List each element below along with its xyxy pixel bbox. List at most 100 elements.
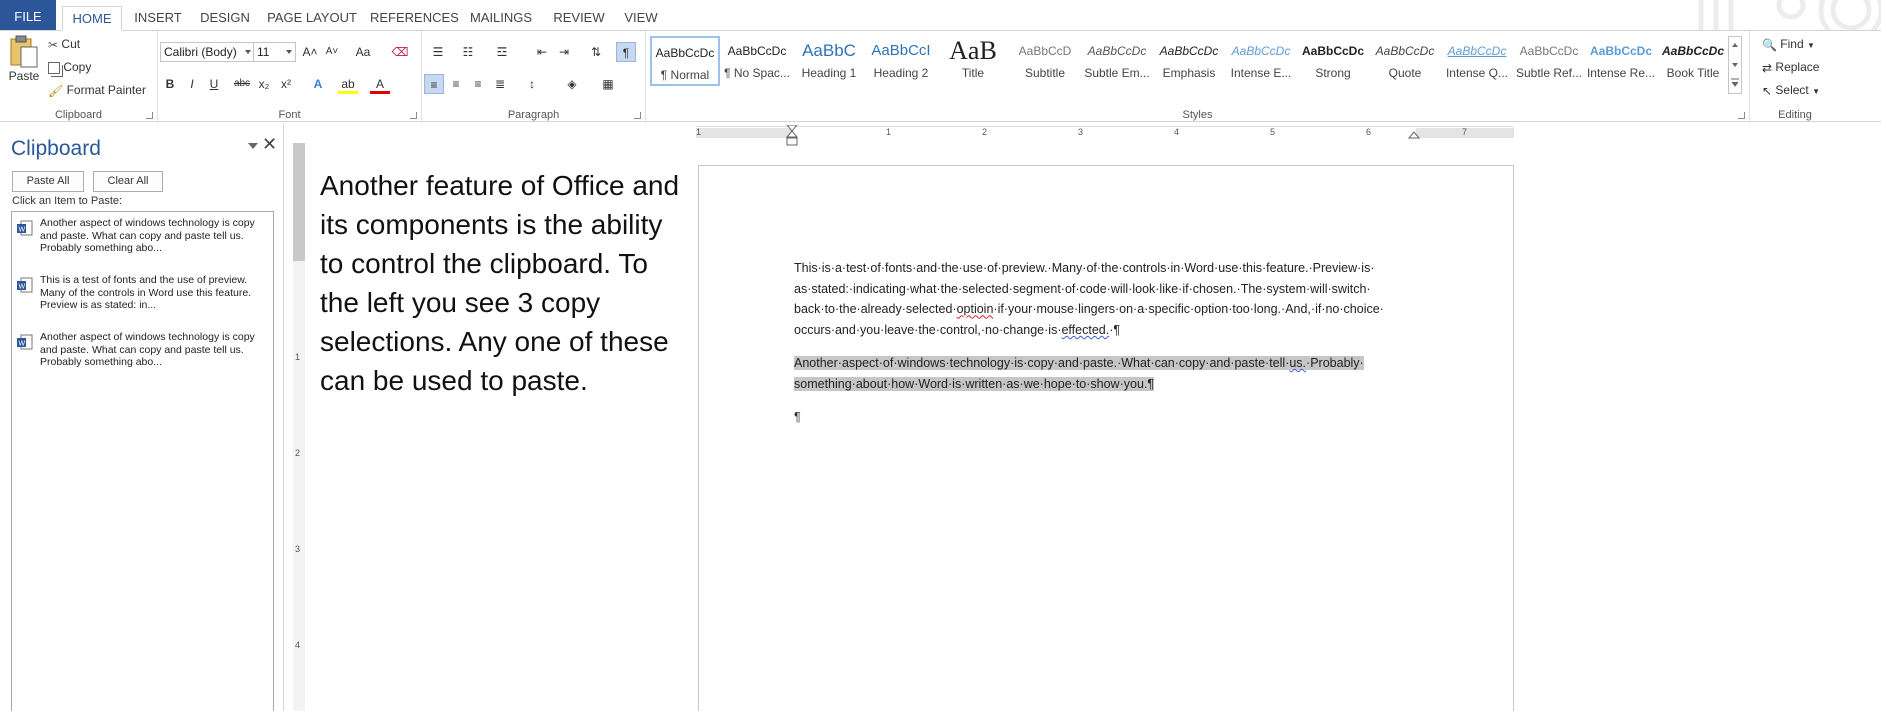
align-right-icon[interactable]: ≡ [468,74,488,94]
spelling-error[interactable]: optioin [957,302,994,316]
paste-icon [10,35,38,68]
style-sample: AaBbC [802,41,856,60]
copy-icon [48,61,60,74]
style-sample: AaBbCcI [871,42,931,59]
style-sample: AaBbCcDc [1087,44,1147,58]
style-strong[interactable]: AaBbCcDc Strong [1298,36,1368,86]
multilevel-list-icon[interactable]: ☲ [492,42,512,62]
svg-text:W: W [19,227,26,234]
style-intense-quote[interactable]: AaBbCcDc Intense Q... [1442,36,1512,86]
vertical-ruler[interactable]: 1 2 3 4 [290,123,308,711]
align-center-icon[interactable]: ≡ [446,74,466,94]
pane-options-icon[interactable] [248,143,258,149]
styles-dialog-launcher[interactable] [1738,112,1745,119]
right-indent-marker-icon[interactable] [1408,131,1420,139]
paste-button[interactable]: Paste [6,35,42,93]
tab-references[interactable]: REFERENCES [370,6,459,31]
highlight-icon[interactable]: ab [338,74,358,94]
format-painter-button[interactable]: 🖌 Format Painter [48,83,146,98]
clipboard-item[interactable]: W This is a test of fonts and the use of… [14,274,269,324]
svg-text:W: W [19,341,26,348]
clipboard-item[interactable]: W Another aspect of windows technology i… [14,217,269,267]
chevron-down-icon: ▼ [1812,87,1821,96]
horizontal-ruler[interactable]: 1 1 2 3 4 5 6 7 [696,125,1514,146]
style-emphasis[interactable]: AaBbCcDc Emphasis [1154,36,1224,86]
tab-mailings[interactable]: MAILINGS [466,6,536,31]
align-left-icon[interactable]: ≡ [424,74,444,94]
copy-button[interactable]: Copy [48,60,91,74]
paste-all-button[interactable]: Paste All [12,171,84,192]
ribbon: Paste ✂ Cut Copy 🖌 Format Painter Clipbo… [0,30,1881,123]
document-page[interactable] [698,165,1514,711]
tab-insert[interactable]: INSERT [130,6,186,31]
justify-icon[interactable]: ≣ [490,74,510,94]
font-color-icon[interactable]: A [370,74,390,94]
clear-formatting-icon[interactable]: ⌫ [390,42,410,62]
borders-icon[interactable]: ▦ [598,74,618,94]
show-formatting-marks-icon[interactable]: ¶ [616,42,636,62]
strikethrough-button[interactable]: abc [232,74,252,94]
style-intense-emphasis[interactable]: AaBbCcDc Intense E... [1226,36,1296,86]
clipboard-item[interactable]: W Another aspect of windows technology i… [14,331,269,381]
font-size-combo[interactable]: 11 [253,42,296,62]
paragraph-dialog-launcher[interactable] [634,112,641,119]
tab-home[interactable]: HOME [62,6,122,31]
line-spacing-icon[interactable]: ↕ [522,74,542,94]
tab-file[interactable]: FILE [0,0,56,31]
style-quote[interactable]: AaBbCcDc Quote [1370,36,1440,86]
style-subtitle[interactable]: AaBbCcD Subtitle [1010,36,1080,86]
style-intense-reference[interactable]: AaBbCcDc Intense Re... [1586,36,1656,86]
select-button[interactable]: ↖ Select ▼ [1762,83,1820,98]
decrease-indent-icon[interactable]: ⇤ [532,42,552,62]
cut-button[interactable]: ✂ Cut [48,37,80,52]
style-book-title[interactable]: AaBbCcDc Book Title [1658,36,1728,86]
doc-text: ·¶ [1109,323,1121,338]
font-group: Calibri (Body) 11 A˄ A˅ Aa ⌫ B I U abc x… [158,31,422,123]
change-case-button[interactable]: Aa [350,42,376,62]
style-heading-2[interactable]: AaBbCcI Heading 2 [866,36,936,86]
empty-paragraph-mark[interactable]: ¶ [794,410,801,424]
superscript-button[interactable]: x² [276,74,296,94]
copy-label: Copy [63,60,92,74]
style-subtle-emphasis[interactable]: AaBbCcDc Subtle Em... [1082,36,1152,86]
clear-all-button[interactable]: Clear All [93,171,163,192]
subscript-button[interactable]: x₂ [254,74,274,94]
styles-group: AaBbCcDc ¶ Normal AaBbCcDc ¶ No Spac... … [646,31,1750,123]
hruler-number: 4 [1174,127,1180,137]
style-name: ¶ No Spac... [724,66,790,80]
replace-button[interactable]: ⇄ Replace [1762,60,1819,75]
format-painter-label: Format Painter [66,83,146,97]
styles-gallery-scrollbar[interactable] [1728,36,1742,94]
shrink-font-button[interactable]: A˅ [322,42,342,62]
tab-view[interactable]: VIEW [618,6,664,31]
underline-button[interactable]: U [204,74,224,94]
numbering-icon[interactable]: ☷ [458,42,478,62]
close-icon[interactable]: ✕ [262,134,277,155]
style-normal[interactable]: AaBbCcDc ¶ Normal [650,36,720,86]
style-subtle-reference[interactable]: AaBbCcDc Subtle Ref... [1514,36,1584,86]
font-name-combo[interactable]: Calibri (Body) [160,42,255,62]
grammar-error[interactable]: us. [1289,356,1306,370]
grammar-error[interactable]: effected. [1061,323,1109,337]
text-effects-icon[interactable]: A [308,74,328,94]
sort-icon[interactable]: ⇅ [586,42,606,62]
increase-indent-icon[interactable]: ⇥ [554,42,574,62]
document-paragraph-1[interactable]: This·is·a·test·of·fonts·and·the·use·of·p… [794,258,1424,341]
vruler-number: 4 [295,640,301,650]
italic-button[interactable]: I [182,74,202,94]
find-button[interactable]: 🔍 Find ▼ [1762,37,1815,52]
style-title[interactable]: AaB Title [938,36,1008,86]
style-heading-1[interactable]: AaBbC Heading 1 [794,36,864,86]
font-dialog-launcher[interactable] [410,112,417,119]
indent-markers-icon[interactable] [786,125,798,147]
document-paragraph-2[interactable]: Another·aspect·of·windows·technology·is·… [794,353,1424,394]
tab-design[interactable]: DESIGN [196,6,254,31]
shading-icon[interactable]: ◈ [562,74,582,94]
bold-button[interactable]: B [160,74,180,94]
tab-review[interactable]: REVIEW [548,6,610,31]
style-no-spacing[interactable]: AaBbCcDc ¶ No Spac... [722,36,792,86]
clipboard-dialog-launcher[interactable] [146,112,153,119]
bullets-icon[interactable]: ☰ [428,42,448,62]
tab-page-layout[interactable]: PAGE LAYOUT [266,6,358,31]
grow-font-button[interactable]: A˄ [300,42,320,62]
